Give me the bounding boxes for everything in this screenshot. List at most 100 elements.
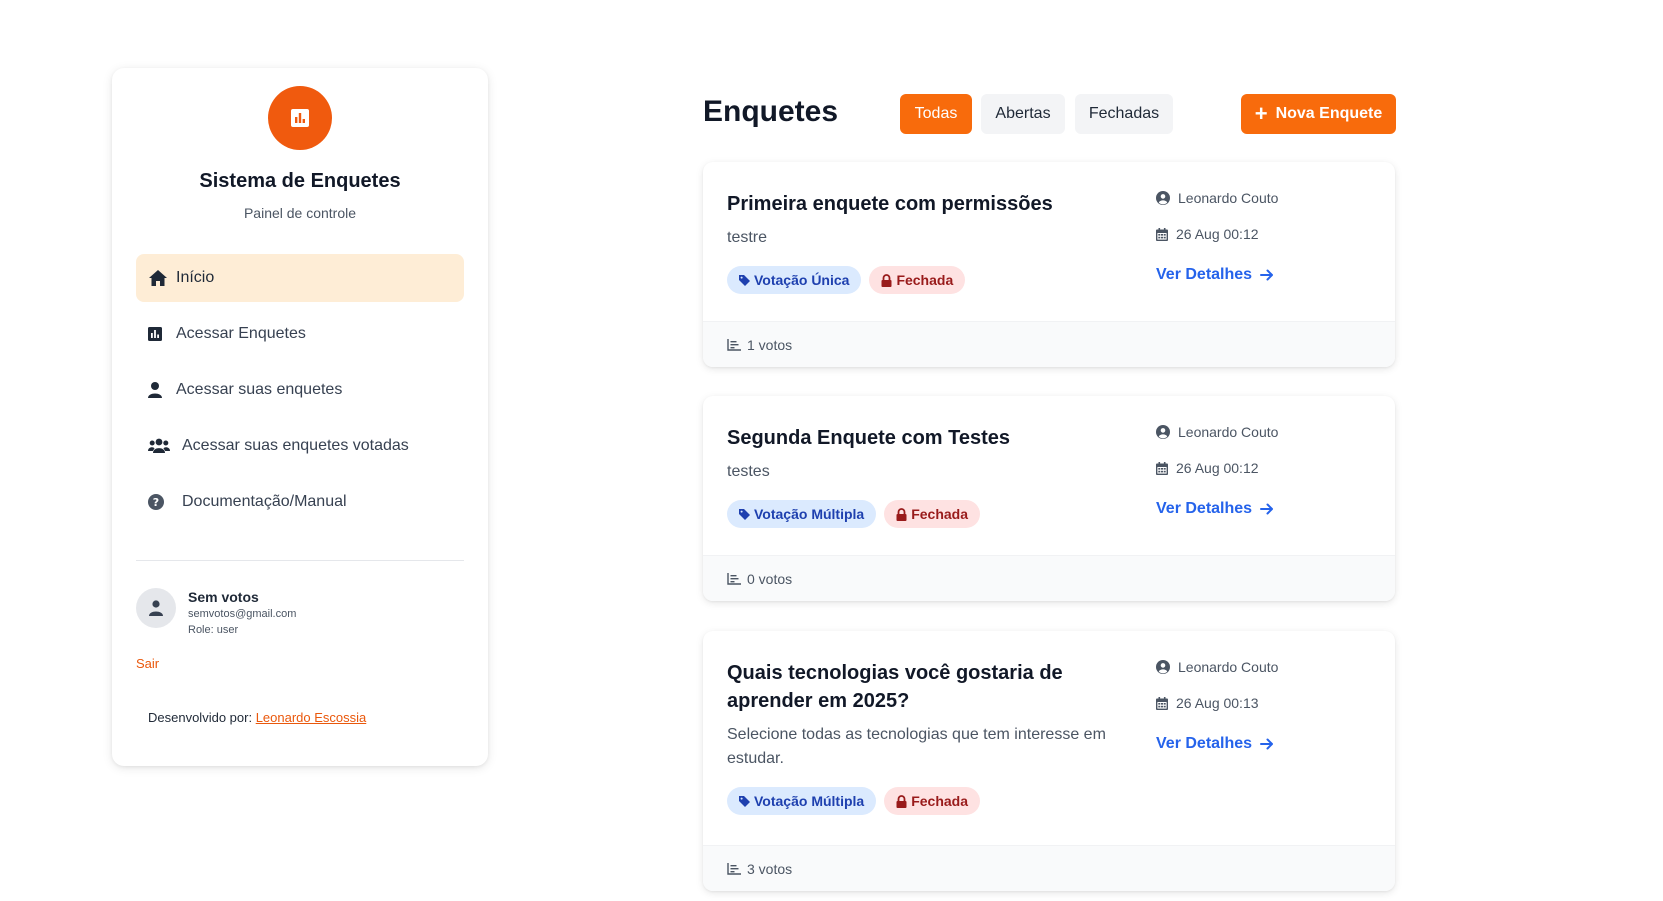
poll-date-text: 26 Aug 00:12 bbox=[1176, 226, 1259, 242]
svg-text:?: ? bbox=[153, 496, 159, 509]
app-subtitle: Painel de controle bbox=[243, 205, 357, 221]
divider bbox=[136, 560, 464, 561]
view-details-link[interactable]: Ver Detalhes bbox=[1156, 266, 1274, 284]
filter-todas[interactable]: Todas bbox=[900, 94, 972, 134]
sidebar: Sistema de Enquetes Painel de controle I… bbox=[112, 68, 488, 766]
poll-footer: 0 votos bbox=[703, 555, 1395, 601]
new-poll-label: Nova Enquete bbox=[1275, 105, 1383, 122]
poll-author: Leonardo Couto bbox=[1156, 422, 1278, 442]
user-icon bbox=[149, 600, 163, 616]
poll-author-name: Leonardo Couto bbox=[1178, 424, 1279, 440]
sidebar-item-label: Acessar suas enquetes bbox=[176, 381, 343, 398]
calendar-icon bbox=[1156, 696, 1168, 710]
user-role: Role: user bbox=[188, 624, 239, 636]
credit-prefix: Desenvolvido por: bbox=[148, 710, 253, 725]
chart-icon bbox=[148, 325, 170, 343]
page-title: Enquetes bbox=[703, 95, 839, 128]
home-icon bbox=[148, 269, 170, 287]
poll-author-name: Leonardo Couto bbox=[1178, 190, 1279, 206]
calendar-icon bbox=[1156, 461, 1168, 475]
sidebar-nav: Início Acessar Enquetes Acessar suas enq… bbox=[136, 254, 464, 534]
sidebar-item-label: Documentação/Manual bbox=[182, 493, 347, 510]
lock-icon bbox=[881, 273, 892, 287]
poll-status-label: Fechada bbox=[911, 793, 969, 809]
user-name: Sem votos bbox=[188, 589, 259, 605]
bar-chart-icon bbox=[727, 862, 741, 875]
poll-status-label: Fechada bbox=[896, 272, 954, 288]
user-circle-icon bbox=[1156, 191, 1170, 205]
poll-card: Primeira enquete com permissões testre V… bbox=[703, 162, 1395, 367]
view-details-link[interactable]: Ver Detalhes bbox=[1156, 735, 1274, 753]
sidebar-item-label: Acessar suas enquetes votadas bbox=[182, 437, 409, 454]
poll-type-label: Votação Única bbox=[754, 272, 850, 288]
sidebar-item-inicio[interactable]: Início bbox=[136, 254, 464, 302]
poll-title: Quais tecnologias você gostaria de apren… bbox=[727, 662, 1063, 712]
poll-type-label: Votação Múltipla bbox=[754, 793, 865, 809]
poll-vote-count: 3 votos bbox=[747, 860, 793, 877]
developer-link[interactable]: Leonardo Escossia bbox=[256, 710, 367, 725]
tag-icon bbox=[739, 274, 750, 286]
question-circle-icon: ? bbox=[148, 493, 176, 511]
poll-card: Quais tecnologias você gostaria de apren… bbox=[703, 631, 1395, 891]
filter-fechadas[interactable]: Fechadas bbox=[1075, 94, 1173, 134]
poll-vote-count: 0 votos bbox=[747, 570, 793, 587]
view-details-label: Ver Detalhes bbox=[1156, 735, 1253, 752]
poll-description: testre bbox=[727, 229, 768, 246]
tag-icon bbox=[739, 508, 750, 520]
poll-status-badge: Fechada bbox=[884, 787, 981, 815]
calendar-icon bbox=[1156, 227, 1168, 241]
arrow-right-icon bbox=[1260, 738, 1274, 750]
poll-title: Segunda Enquete com Testes bbox=[727, 427, 1011, 449]
poll-description: Selecione todas as tecnologias que tem i… bbox=[727, 726, 1106, 767]
poll-author: Leonardo Couto bbox=[1156, 188, 1278, 208]
plus-icon: + bbox=[1254, 101, 1268, 126]
poll-date: 26 Aug 00:12 bbox=[1156, 224, 1278, 244]
poll-type-label: Votação Múltipla bbox=[754, 506, 865, 522]
tag-icon bbox=[739, 795, 750, 807]
sidebar-item-acessar-enquetes[interactable]: Acessar Enquetes bbox=[136, 310, 464, 358]
poll-title: Primeira enquete com permissões bbox=[727, 193, 1053, 215]
poll-status-badge: Fechada bbox=[884, 500, 981, 528]
poll-date-text: 26 Aug 00:12 bbox=[1176, 460, 1259, 476]
poll-date-text: 26 Aug 00:13 bbox=[1176, 695, 1259, 711]
poll-footer: 3 votos bbox=[703, 845, 1395, 891]
view-details-link[interactable]: Ver Detalhes bbox=[1156, 500, 1274, 518]
users-icon bbox=[148, 437, 176, 455]
poll-author-name: Leonardo Couto bbox=[1178, 659, 1279, 675]
poll-footer: 1 votos bbox=[703, 321, 1395, 367]
lock-icon bbox=[896, 794, 907, 808]
poll-status-label: Fechada bbox=[911, 506, 969, 522]
view-details-label: Ver Detalhes bbox=[1156, 266, 1253, 283]
poll-type-badge: Votação Múltipla bbox=[727, 787, 877, 815]
lock-icon bbox=[896, 507, 907, 521]
sidebar-item-suas-enquetes[interactable]: Acessar suas enquetes bbox=[136, 366, 464, 414]
logo bbox=[268, 86, 332, 150]
sidebar-item-label: Início bbox=[176, 269, 215, 286]
user-email: semvotos@gmail.com bbox=[188, 608, 297, 620]
poll-type-badge: Votação Múltipla bbox=[727, 500, 877, 528]
bar-chart-icon bbox=[727, 572, 741, 585]
poll-date: 26 Aug 00:12 bbox=[1156, 458, 1278, 478]
poll-type-badge: Votação Única bbox=[727, 266, 862, 294]
poll-author: Leonardo Couto bbox=[1156, 657, 1278, 677]
view-details-label: Ver Detalhes bbox=[1156, 500, 1253, 517]
avatar bbox=[136, 588, 176, 628]
app-title: Sistema de Enquetes bbox=[199, 170, 401, 192]
user-profile: Sem votos semvotos@gmail.com Role: user bbox=[136, 588, 296, 638]
filter-abertas[interactable]: Abertas bbox=[981, 94, 1065, 134]
poll-description: testes bbox=[727, 463, 770, 480]
poll-status-badge: Fechada bbox=[869, 266, 966, 294]
sidebar-item-label: Acessar Enquetes bbox=[176, 325, 306, 342]
sidebar-item-enquetes-votadas[interactable]: Acessar suas enquetes votadas bbox=[136, 422, 464, 470]
user-icon bbox=[148, 381, 170, 399]
arrow-right-icon bbox=[1260, 269, 1274, 281]
new-poll-button[interactable]: + Nova Enquete bbox=[1241, 94, 1396, 134]
logout-link[interactable]: Sair bbox=[136, 656, 159, 671]
user-circle-icon bbox=[1156, 660, 1170, 674]
user-circle-icon bbox=[1156, 425, 1170, 439]
chart-icon bbox=[291, 109, 309, 127]
poll-card: Segunda Enquete com Testes testes Votaçã… bbox=[703, 396, 1395, 601]
bar-chart-icon bbox=[727, 338, 741, 351]
sidebar-item-documentacao[interactable]: ? Documentação/Manual bbox=[136, 478, 464, 526]
developer-credit: Desenvolvido por: Leonardo Escossia bbox=[148, 710, 366, 725]
